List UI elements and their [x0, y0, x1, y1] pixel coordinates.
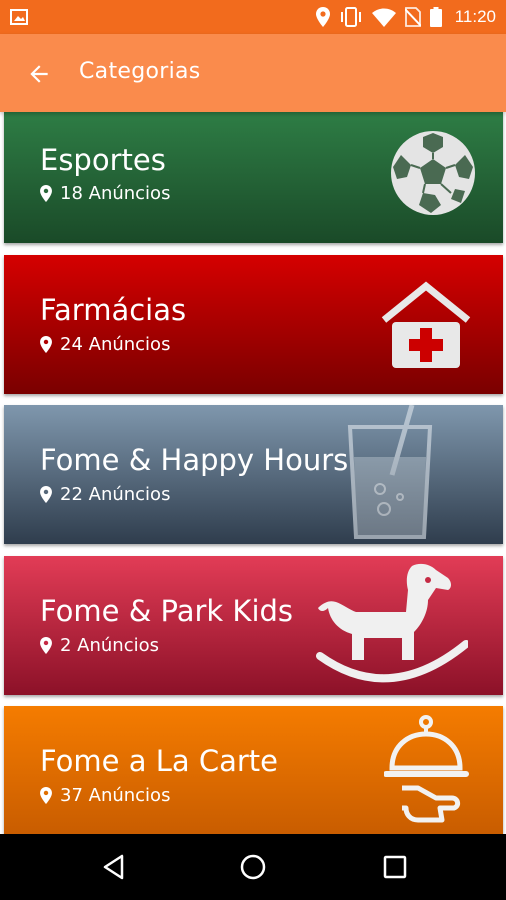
location-pin-icon: [40, 787, 52, 804]
pharmacy-house-icon: [381, 281, 471, 368]
wifi-icon: [371, 8, 396, 27]
location-pin-icon: [40, 486, 52, 503]
category-card-farmacias[interactable]: Farmácias 24 Anúncios: [4, 255, 503, 394]
drink-glass-icon: [347, 405, 433, 539]
arrow-back-icon[interactable]: [26, 61, 52, 87]
category-name: Farmácias: [40, 293, 187, 327]
category-card-fome-happy-hours[interactable]: Fome & Happy Hours 22 Anúncios: [4, 405, 503, 544]
vibrate-icon: [340, 7, 361, 27]
location-pin-icon: [40, 637, 52, 654]
location-pin-icon: [40, 185, 52, 202]
soccer-ball-icon: [391, 131, 475, 215]
category-name: Fome & Park Kids: [40, 594, 294, 628]
clock: 11:20: [454, 7, 496, 26]
serving-cloche-icon: [384, 715, 469, 823]
category-count: 18 Anúncios: [40, 183, 170, 204]
page-title: Categorias: [79, 59, 201, 84]
nav-back-icon[interactable]: [100, 852, 130, 882]
category-count: 2 Anúncios: [40, 635, 159, 656]
category-name: Esportes: [40, 143, 166, 177]
no-sim-icon: [404, 7, 421, 27]
category-count: 37 Anúncios: [40, 785, 170, 806]
category-count: 22 Anúncios: [40, 484, 170, 505]
category-card-fome-a-la-carte[interactable]: Fome a La Carte 37 Anúncios: [4, 706, 503, 834]
category-list: Esportes 18 Anúncios Farmácias 24 Anúnci…: [0, 112, 506, 834]
nav-recents-icon[interactable]: [380, 852, 410, 882]
status-bar: 11:20: [0, 0, 506, 34]
category-name: Fome & Happy Hours: [40, 443, 349, 477]
nav-home-icon[interactable]: [238, 852, 268, 882]
location-pin-icon: [40, 336, 52, 353]
category-name: Fome a La Carte: [40, 744, 278, 778]
app-bar: Categorias: [0, 34, 506, 112]
category-count: 24 Anúncios: [40, 334, 170, 355]
battery-icon: [429, 7, 442, 27]
image-icon: [10, 9, 28, 25]
navigation-bar: [0, 834, 506, 900]
category-card-esportes[interactable]: Esportes 18 Anúncios: [4, 112, 503, 243]
rocking-horse-icon: [316, 563, 468, 683]
location-icon: [315, 7, 330, 27]
category-card-fome-park-kids[interactable]: Fome & Park Kids 2 Anúncios: [4, 556, 503, 695]
